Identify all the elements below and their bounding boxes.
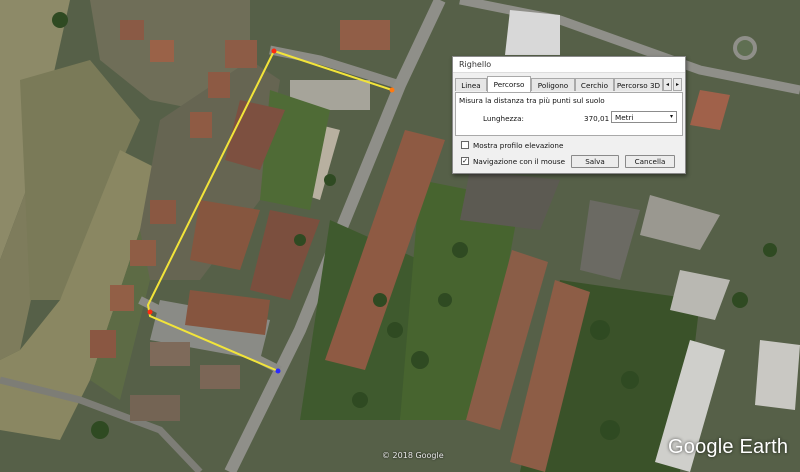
path-endpoint[interactable]: [275, 368, 281, 374]
path-vertex[interactable]: [147, 309, 153, 315]
building: [755, 340, 800, 410]
mouse-navigation-checkbox[interactable]: ✓: [461, 157, 469, 165]
elevation-profile-label[interactable]: Mostra profilo elevazione: [473, 141, 563, 150]
tab-percorso[interactable]: Percorso: [487, 76, 531, 92]
house: [340, 20, 390, 50]
elevation-profile-checkbox[interactable]: [461, 141, 469, 149]
tab-description: Misura la distanza tra più punti sul suo…: [459, 96, 605, 105]
path-vertex[interactable]: [271, 48, 277, 54]
tab-scroll-left-icon[interactable]: ◂: [663, 78, 672, 91]
tab-poligono[interactable]: Poligono: [531, 78, 575, 91]
google-earth-logo: Google Earth: [668, 436, 789, 458]
house: [150, 200, 176, 224]
house: [208, 72, 230, 98]
unit-select[interactable]: Metri ▾: [611, 111, 677, 123]
unit-select-value: Metri: [615, 113, 634, 122]
tab-linea[interactable]: Linea: [455, 78, 487, 91]
ruler-dialog[interactable]: Righello Linea Percorso Poligono Cerchio…: [452, 56, 686, 174]
length-label: Lunghezza:: [483, 114, 524, 123]
house: [225, 40, 257, 68]
tab-cerchio[interactable]: Cerchio: [575, 78, 614, 91]
dialog-title: Righello: [459, 60, 492, 69]
house: [200, 365, 240, 389]
dialog-titlebar[interactable]: Righello: [453, 57, 685, 73]
house: [150, 342, 190, 366]
tab-scroll-right-icon[interactable]: ▸: [673, 78, 682, 91]
chevron-down-icon: ▾: [669, 113, 673, 120]
save-button[interactable]: Salva: [571, 155, 619, 168]
house: [190, 112, 212, 138]
house: [130, 240, 156, 266]
tab-percorso-3d[interactable]: Percorso 3D: [614, 78, 663, 91]
church-roof: [505, 10, 560, 55]
tab-strip: Linea Percorso Poligono Cerchio Percorso…: [455, 76, 683, 92]
length-value: 370,01: [584, 114, 610, 123]
house: [120, 20, 144, 40]
map-copyright: © 2018 Google: [382, 451, 444, 460]
house: [90, 330, 116, 358]
mouse-navigation-label[interactable]: Navigazione con il mouse: [473, 157, 565, 166]
path-vertex[interactable]: [389, 87, 395, 93]
cancel-button[interactable]: Cancella: [625, 155, 675, 168]
house: [130, 395, 180, 421]
house: [150, 40, 174, 62]
house: [110, 285, 134, 311]
roundabout: [733, 36, 757, 60]
